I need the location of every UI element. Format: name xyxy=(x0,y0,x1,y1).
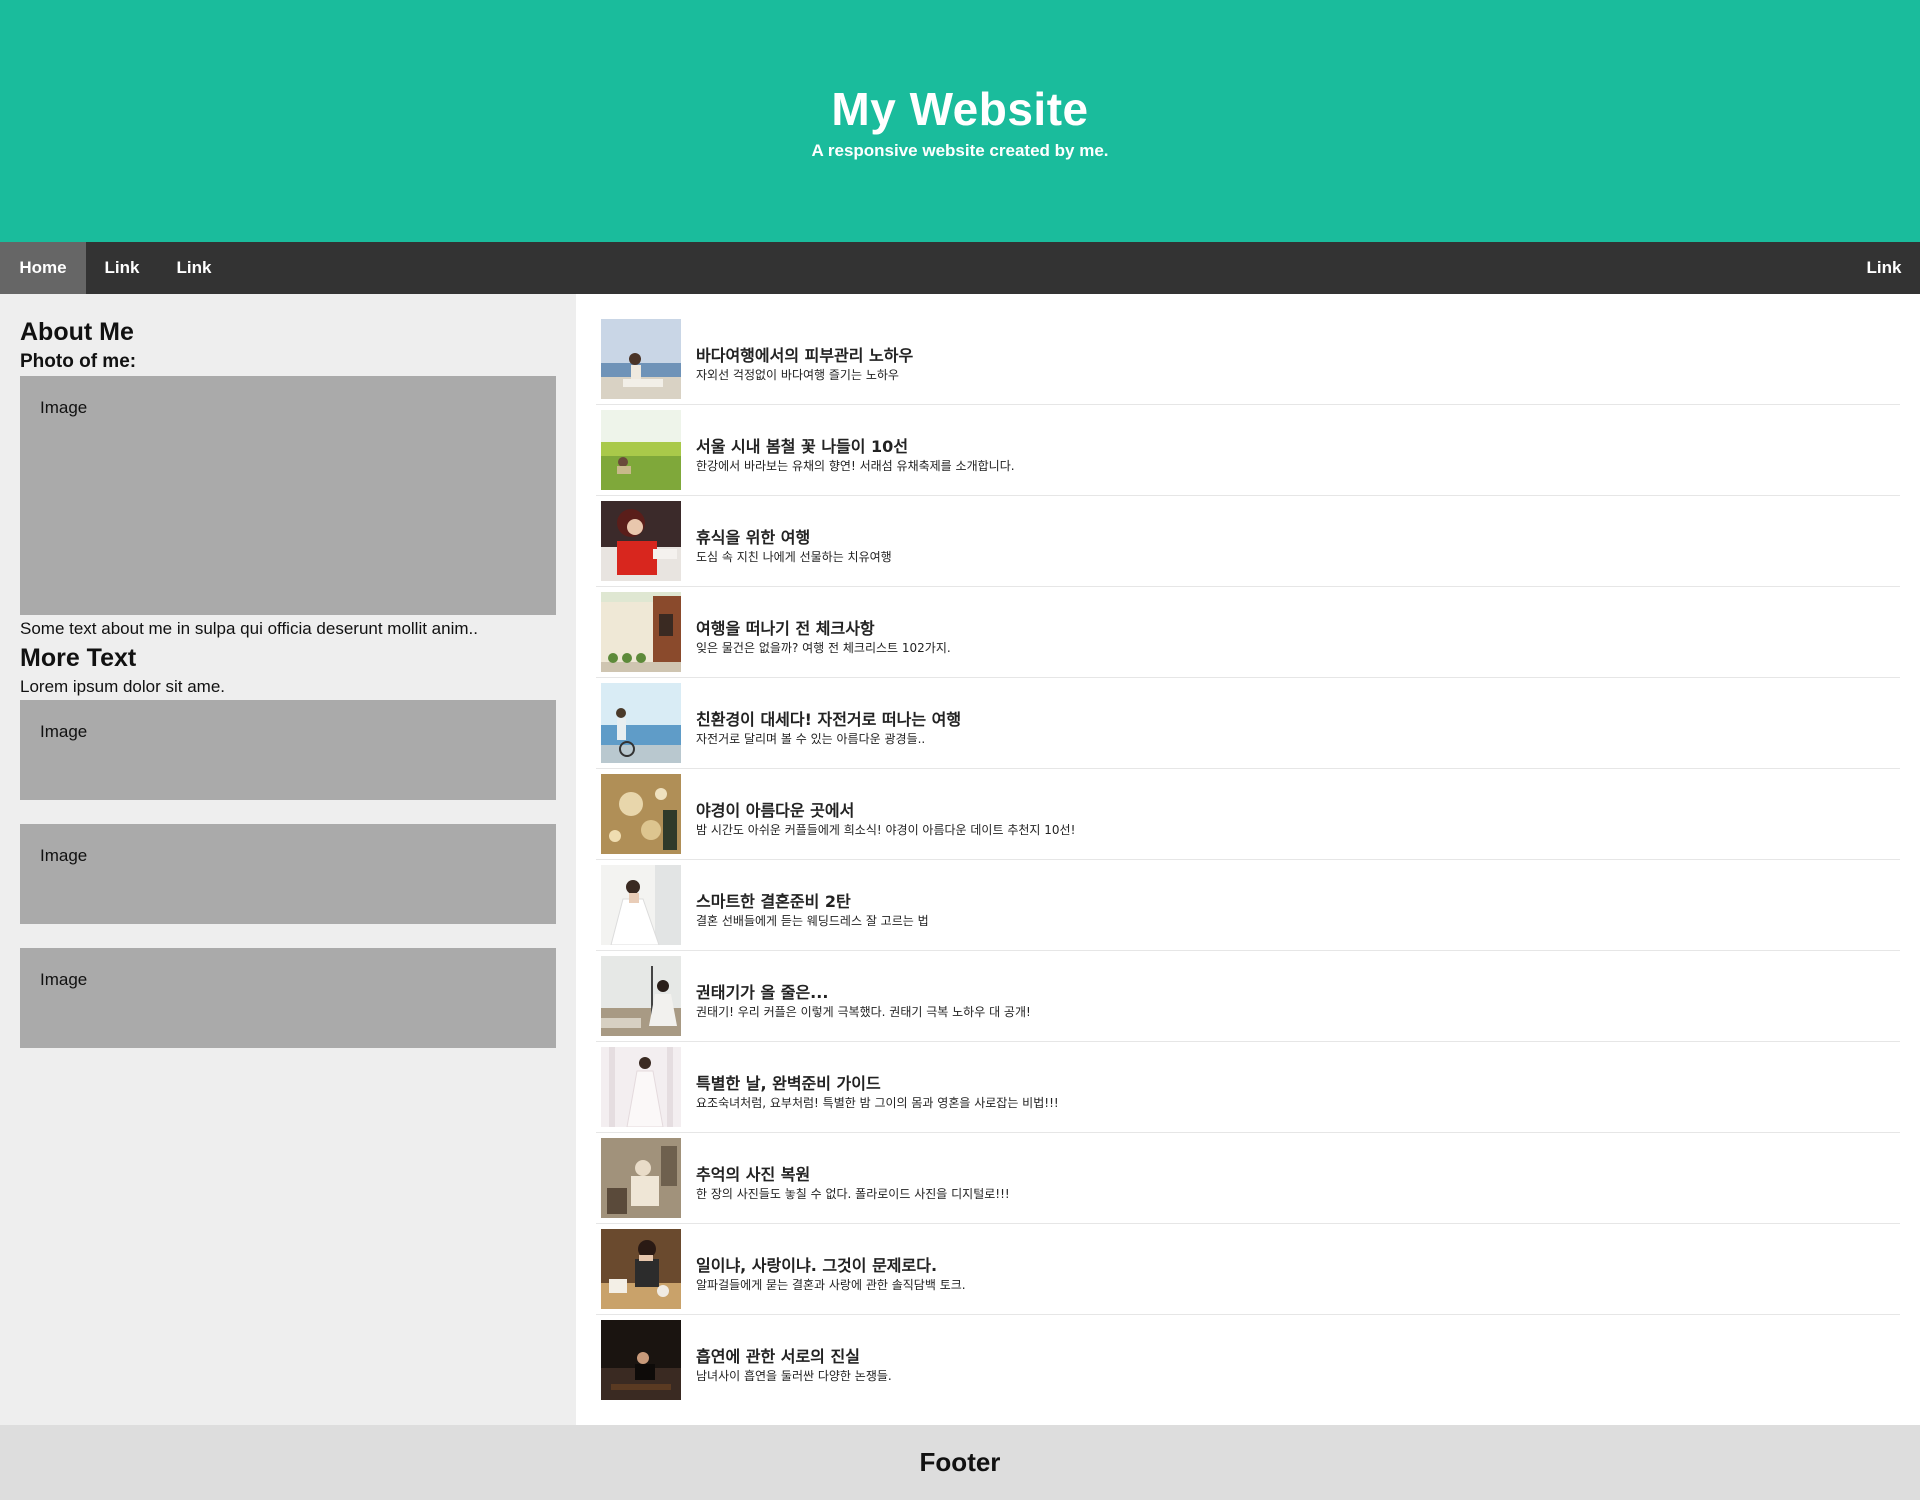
article-description: 자전거로 달리며 볼 수 있는 아름다운 광경들.. xyxy=(696,732,926,746)
article-title[interactable]: 권태기가 올 줄은... xyxy=(696,979,828,1003)
vintage-photo[interactable] xyxy=(601,1138,681,1218)
article-item[interactable]: 여행을 떠나기 전 체크사항잊은 물건은 없을까? 여행 전 체크리스트 102… xyxy=(596,587,1900,678)
dark-room-photo[interactable] xyxy=(601,1320,681,1400)
article-title[interactable]: 서울 시내 봄철 꽃 나들이 10선 xyxy=(696,433,908,457)
nav-link-1[interactable]: Link xyxy=(86,242,158,294)
article-description: 권태기! 우리 커플은 이렇게 극복했다. 권태기 극복 노하우 대 공개! xyxy=(696,1005,1031,1019)
profile-image-placeholder: Image xyxy=(20,376,556,615)
site-footer: Footer xyxy=(0,1425,1920,1500)
side-column: About Me Photo of me: Image Some text ab… xyxy=(0,294,576,1425)
more-text-body: Lorem ipsum dolor sit ame. xyxy=(20,677,226,696)
footer-text: Footer xyxy=(919,1447,1001,1477)
image-placeholder-label: Image xyxy=(40,398,88,417)
main-column: 바다여행에서의 피부관리 노하우자외선 걱정없이 바다여행 즐기는 노하우서울 … xyxy=(576,294,1920,1425)
article-description: 남녀사이 흡연을 둘러싼 다양한 논쟁들. xyxy=(696,1369,892,1383)
article-title[interactable]: 특별한 날, 완벽준비 가이드 xyxy=(696,1070,881,1094)
about-heading: About Me xyxy=(20,318,134,346)
white-dress-photo[interactable] xyxy=(601,1047,681,1127)
image-placeholder-label: Image xyxy=(40,970,88,989)
article-title[interactable]: 흡연에 관한 서로의 진실 xyxy=(696,1343,860,1367)
article-title[interactable]: 스마트한 결혼준비 2탄 xyxy=(696,888,851,912)
wedding-dress-photo[interactable] xyxy=(601,865,681,945)
article-description: 알파걸들에게 묻는 결혼과 사랑에 관한 솔직담백 토크. xyxy=(696,1278,966,1292)
site-header: My Website A responsive website created … xyxy=(0,0,1920,242)
article-title[interactable]: 휴식을 위한 여행 xyxy=(696,524,810,548)
article-description: 한강에서 바라보는 유채의 향연! 서래섬 유채축제를 소개합니다. xyxy=(696,459,1015,473)
article-item[interactable]: 서울 시내 봄철 꽃 나들이 10선한강에서 바라보는 유채의 향연! 서래섬 … xyxy=(596,405,1900,496)
site-title: My Website xyxy=(831,83,1089,135)
article-title[interactable]: 여행을 떠나기 전 체크사항 xyxy=(696,615,875,639)
more-text-heading: More Text xyxy=(20,644,137,672)
article-description: 밤 시간도 아쉬운 커플들에게 희소식! 야경이 아름다운 데이트 추천지 10… xyxy=(696,823,1076,837)
image-placeholder-4: Image xyxy=(20,948,556,1048)
couple-outdoor-photo[interactable] xyxy=(601,956,681,1036)
about-text: Some text about me in sulpa qui officia … xyxy=(20,619,478,638)
image-placeholder-2: Image xyxy=(20,700,556,800)
article-title[interactable]: 야경이 아름다운 곳에서 xyxy=(696,797,854,821)
article-title[interactable]: 추억의 사진 복원 xyxy=(696,1161,810,1185)
night-lights-photo[interactable] xyxy=(601,774,681,854)
article-title[interactable]: 일이냐, 사랑이냐. 그것이 문제로다. xyxy=(696,1252,937,1276)
article-item[interactable]: 야경이 아름다운 곳에서밤 시간도 아쉬운 커플들에게 희소식! 야경이 아름다… xyxy=(596,769,1900,860)
image-placeholder-label: Image xyxy=(40,722,88,741)
nav-link-2[interactable]: Link xyxy=(158,242,230,294)
beach-photo[interactable] xyxy=(601,319,681,399)
navbar: Home Link Link Link xyxy=(0,242,1920,294)
article-title[interactable]: 친환경이 대세다! 자전거로 떠나는 여행 xyxy=(696,706,961,730)
article-title[interactable]: 바다여행에서의 피부관리 노하우 xyxy=(696,342,913,366)
article-description: 한 장의 사진들도 놓칠 수 없다. 폴라로이드 사진을 디지털로!!! xyxy=(696,1187,1010,1201)
nav-link-right[interactable]: Link xyxy=(1848,242,1920,294)
article-description: 잊은 물건은 없을까? 여행 전 체크리스트 102가지. xyxy=(696,641,951,655)
article-item[interactable]: 특별한 날, 완벽준비 가이드요조숙녀처럼, 요부처럼! 특별한 밤 그이의 몸… xyxy=(596,1042,1900,1133)
article-item[interactable]: 일이냐, 사랑이냐. 그것이 문제로다. 알파걸들에게 묻는 결혼과 사랑에 관한… xyxy=(596,1224,1900,1315)
flower-field-photo[interactable] xyxy=(601,410,681,490)
image-placeholder-label: Image xyxy=(40,846,88,865)
article-item[interactable]: 권태기가 올 줄은... 권태기! 우리 커플은 이렇게 극복했다. 권태기 극복… xyxy=(596,951,1900,1042)
image-placeholder-3: Image xyxy=(20,824,556,924)
article-description: 도심 속 지친 나에게 선물하는 치유여행 xyxy=(696,550,892,564)
article-item[interactable]: 친환경이 대세다! 자전거로 떠나는 여행자전거로 달리며 볼 수 있는 아름다… xyxy=(596,678,1900,769)
cafe-woman-photo[interactable] xyxy=(601,1229,681,1309)
article-item[interactable]: 추억의 사진 복원한 장의 사진들도 놓칠 수 없다. 폴라로이드 사진을 디지… xyxy=(596,1133,1900,1224)
article-description: 결혼 선배들에게 듣는 웨딩드레스 잘 고르는 법 xyxy=(696,914,929,928)
article-item[interactable]: 스마트한 결혼준비 2탄결혼 선배들에게 듣는 웨딩드레스 잘 고르는 법 xyxy=(596,860,1900,951)
photo-label: Photo of me: xyxy=(20,351,137,372)
house-photo[interactable] xyxy=(601,592,681,672)
site-subtitle: A responsive website created by me. xyxy=(811,141,1109,160)
woman-red-photo[interactable] xyxy=(601,501,681,581)
article-item[interactable]: 휴식을 위한 여행도심 속 지친 나에게 선물하는 치유여행 xyxy=(596,496,1900,587)
article-item[interactable]: 바다여행에서의 피부관리 노하우자외선 걱정없이 바다여행 즐기는 노하우 xyxy=(596,314,1900,405)
article-item[interactable]: 흡연에 관한 서로의 진실남녀사이 흡연을 둘러싼 다양한 논쟁들. xyxy=(596,1315,1900,1406)
article-description: 자외선 걱정없이 바다여행 즐기는 노하우 xyxy=(696,368,899,382)
nav-home-link[interactable]: Home xyxy=(0,242,86,294)
article-description: 요조숙녀처럼, 요부처럼! 특별한 밤 그이의 몸과 영혼을 사로잡는 비법!!… xyxy=(696,1096,1059,1110)
bicycle-sea-photo[interactable] xyxy=(601,683,681,763)
